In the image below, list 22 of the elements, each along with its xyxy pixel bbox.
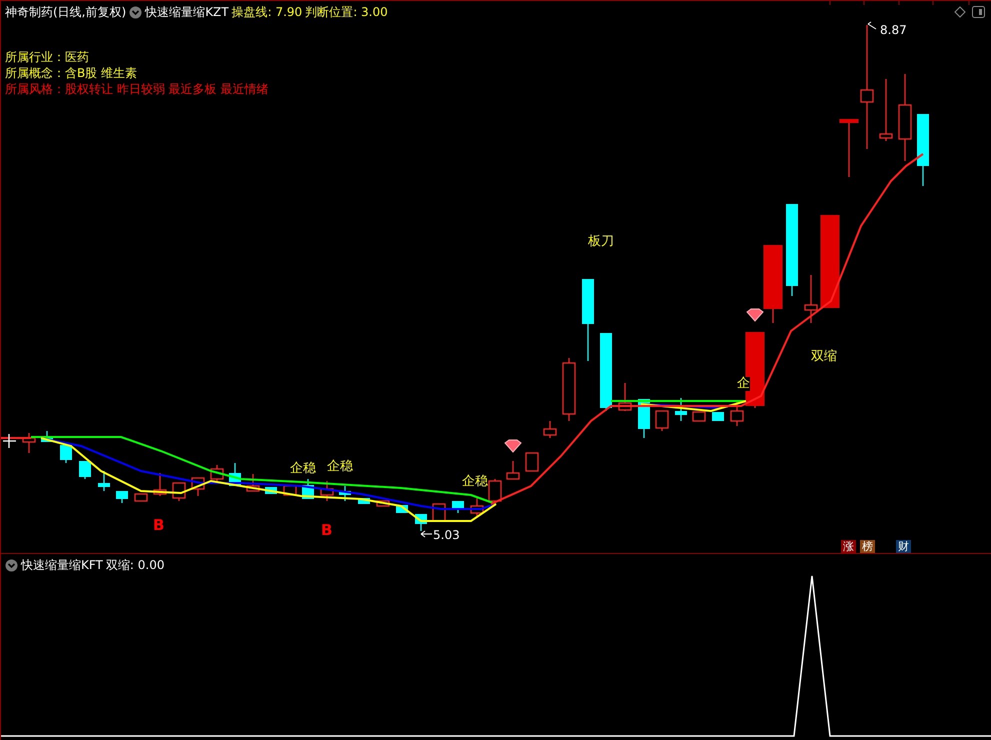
chart-annotation: 企稳 (327, 460, 353, 474)
info-line: 所属风格：股权转让 昨日较弱 最近多板 最近情绪 (5, 81, 268, 97)
price-label: 5.03 (433, 528, 460, 542)
tag[interactable]: 榜 (860, 540, 875, 554)
chart-annotation: 企稳 (290, 462, 316, 476)
info-line: 所属概念：含B股 维生素 (5, 65, 138, 81)
chart-annotation: 双缩 (811, 350, 837, 364)
tag[interactable]: 财 (896, 540, 911, 554)
indicator-name: 快速缩量缩KZT (145, 4, 229, 20)
chart-annotation: 板刀 (588, 235, 614, 249)
indicator-value: 双缩: 0.00 (106, 557, 164, 573)
chart-annotation: 企稳 (462, 475, 488, 489)
info-line: 所属行业：医药 (5, 49, 90, 65)
chart-title: 神奇制药(日线,前复权) (5, 4, 126, 20)
tag[interactable]: 涨 (841, 540, 856, 554)
indicator-value: 判断位置: 3.00 (305, 4, 388, 20)
chart-annotation: 企 (737, 377, 750, 391)
price-label: 8.87 (880, 23, 907, 37)
signal-label: B (153, 518, 164, 532)
indicator-value: 操盘线: 7.90 (232, 4, 302, 20)
signal-label: B (321, 523, 332, 537)
indicator-name: 快速缩量缩KFT (21, 557, 103, 573)
